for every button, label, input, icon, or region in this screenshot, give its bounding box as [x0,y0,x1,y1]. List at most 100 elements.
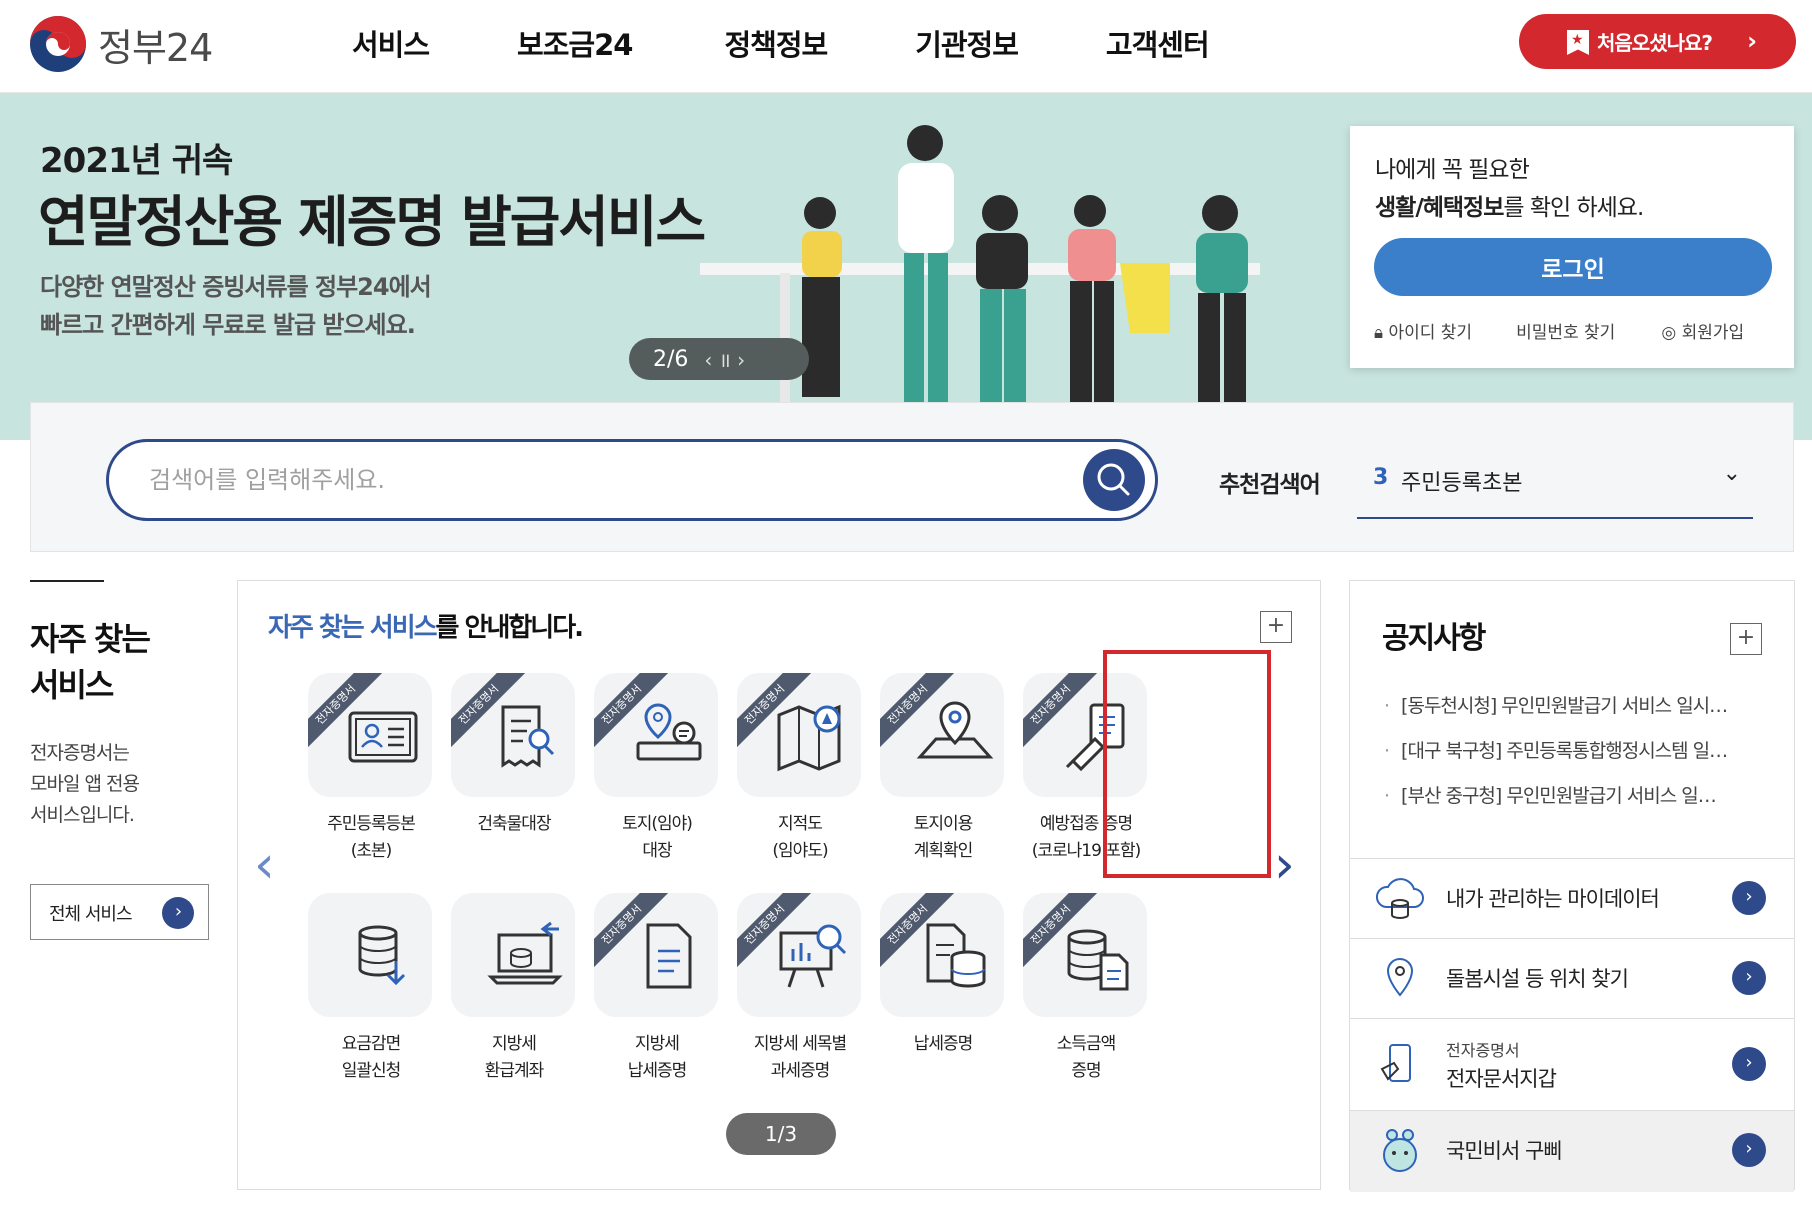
service-tile-box [308,893,432,1017]
find-id-link[interactable]: 🔒︎ 아이디 찾기 [1374,318,1472,343]
notice-item[interactable]: · [부산 중구청] 무인민원발급기 서비스 일… [1384,781,1784,826]
user-circle-icon: ◎ [1661,323,1682,343]
chevron-right-icon: › [1732,1047,1766,1081]
notice-more-button[interactable]: + [1730,623,1762,655]
top-header: 정부24 서비스 보조금24 정책정보 기관정보 고객센터 ★ 처음오셨나요? … [0,0,1812,93]
chevron-right-icon: › [1747,27,1757,55]
quick-mydata[interactable]: 내가 관리하는 마이데이터 › [1350,858,1794,938]
chevron-right-icon: › [1732,1133,1766,1167]
notice-item[interactable]: · [대구 북구청] 주민등록통합행정시스템 일… [1384,736,1784,781]
all-services-label: 전체 서비스 [49,904,133,925]
hero-description: 다양한 연말정산 증빙서류를 정부24에서 빠르고 간편하게 무료로 발급 받으… [40,268,432,344]
service-label-line2: 증명 [1071,1061,1101,1081]
logo-text: 정부24 [98,25,213,70]
quick-care-facility[interactable]: 돌봄시설 등 위치 찾기 › [1350,938,1794,1018]
lock-icon: 🔒︎ [1374,323,1389,343]
hero-desc-line1: 다양한 연말정산 증빙서류를 정부24에서 [40,273,432,301]
quick-gubbi-assistant[interactable]: 국민비서 구삐 › [1350,1110,1794,1192]
office-people-illustration [700,125,1260,440]
find-password-link[interactable]: 비밀번호 찾기 [1516,318,1615,343]
hero-pager-count: 2/6 [653,346,689,372]
search-button[interactable] [1083,449,1145,511]
services-pager: 1/3 [726,1113,836,1155]
nav-services[interactable]: 서비스 [352,22,430,64]
hero-pager: 2/6 ‹ ॥ › [629,338,809,380]
database-document-icon [1067,929,1129,991]
notice-panel: 공지사항 + · [동두천시청] 무인민원발급기 서비스 일시… · [대구 북구청… [1349,580,1795,1192]
service-tile-box: 전자증명서 [737,893,861,1017]
chevron-right-icon: › [162,897,194,929]
services-more-button[interactable]: + [1260,611,1292,643]
recommend-dropdown[interactable]: 3 주민등록초본 ⌄ [1357,451,1753,519]
chevron-right-icon: › [1732,961,1766,995]
notice-list: · [동두천시청] 무인민원발급기 서비스 일시… · [대구 북구청] 주민등록통… [1384,691,1784,826]
service-label-line2: 과세증명 [770,1061,831,1081]
recommend-keyword: 주민등록초본 [1401,471,1523,496]
search-box [106,439,1158,521]
site-logo[interactable]: 정부24 [28,14,213,74]
nav-subsidy24[interactable]: 보조금24 [517,22,633,64]
service-tile-box: 전자증명서 [1023,893,1147,1017]
service-tile-label: 소득금액증명 [993,1031,1179,1085]
services-heading-highlight: 자주 찾는 서비스 [268,613,438,643]
quick-gubbi-label: 국민비서 구삐 [1446,1139,1563,1163]
quick-document-wallet[interactable]: 전자증명서 전자문서지갑 › [1350,1018,1794,1110]
login-links: 🔒︎ 아이디 찾기 비밀번호 찾기 ◎ 회원가입 [1374,318,1774,343]
quick-wallet-label: 전자문서지갑 [1446,1067,1557,1091]
document-search-icon [501,705,555,768]
services-heading: 자주 찾는 서비스를 안내합니다. [268,607,584,644]
frequent-desc-line2: 모바일 앱 전용 [30,773,140,795]
section-divider [30,580,104,582]
mobile-wallet-icon [1380,1044,1411,1082]
frequent-title: 자주 찾는 서비스 [30,616,151,708]
search-section: 추천검색어 3 주민등록초본 ⌄ [30,402,1794,552]
star-icon: ★ [1571,32,1584,48]
service-label-line1: 소득금액 [1056,1034,1117,1054]
service-tile-box: 전자증명서 [880,673,1004,797]
quick-links: 내가 관리하는 마이데이터 › 돌봄시설 등 위치 찾기 › 전자증명서 전자문… [1350,858,1794,1192]
chart-board-icon [779,924,847,988]
carousel-prev-icon[interactable]: ‹ [254,835,275,895]
signup-link[interactable]: ◎ 회원가입 [1661,318,1744,343]
recommend-label: 추천검색어 [1219,472,1321,498]
login-button[interactable]: 로그인 [1374,238,1772,296]
frequent-title-line2: 서비스 [30,666,114,704]
carousel-next-icon[interactable]: › [1274,835,1295,895]
login-prompt-rest: 를 확인 하세요. [1503,195,1644,221]
service-tile-box: 전자증명서 [594,673,718,797]
tax-document-icon [646,923,692,989]
quick-wallet-sub: 전자증명서 [1446,1041,1520,1060]
hero-title: 연말정산용 제증명 발급서비스 [38,190,706,254]
nav-customer-center[interactable]: 고객센터 [1106,22,1210,64]
nav-policy-info[interactable]: 정책정보 [724,22,828,64]
notice-item[interactable]: · [동두천시청] 무인민원발급기 서비스 일시… [1384,691,1784,736]
first-visit-button[interactable]: ★ 처음오셨나요? › [1519,14,1796,69]
all-services-button[interactable]: 전체 서비스 › [30,884,209,940]
main-nav: 서비스 보조금24 정책정보 기관정보 고객센터 [352,22,1297,64]
chevron-down-icon: ⌄ [1722,461,1741,486]
first-visit-label: 처음오셨나요? [1597,31,1713,55]
hero-desc-line2: 빠르고 간편하게 무료로 발급 받으세요. [40,311,416,339]
notice-title: 공지사항 [1382,621,1486,656]
quick-care-label: 돌봄시설 등 위치 찾기 [1446,967,1629,991]
frequent-title-line1: 자주 찾는 [30,620,151,658]
chevron-right-icon: › [1732,881,1766,915]
service-tile-box [451,893,575,1017]
nav-agency-info[interactable]: 기관정보 [915,22,1019,64]
frequent-description: 전자증명서는 모바일 앱 전용 서비스입니다. [30,738,140,831]
login-card: 나에게 꼭 필요한 생활/혜택정보를 확인 하세요. 로그인 🔒︎ 아이디 찾기… [1350,126,1794,368]
document-database-icon [926,923,986,988]
map-compass-icon [777,704,841,772]
government-emblem-icon [30,16,86,72]
search-input[interactable] [149,460,1029,500]
hero-pager-controls[interactable]: ‹ ॥ › [704,346,745,373]
quick-mydata-label: 내가 관리하는 마이데이터 [1446,887,1660,911]
login-prompt-line2: 생활/혜택정보를 확인 하세요. [1375,188,1644,222]
frequent-desc-line3: 서비스입니다. [30,804,135,826]
search-icon [1097,463,1130,496]
database-download-icon [358,925,406,986]
cloud-database-icon [1376,878,1424,919]
land-pin-icon [636,703,702,761]
services-heading-rest: 를 안내합니다. [435,613,584,643]
recommend-rank: 3 [1373,465,1389,490]
